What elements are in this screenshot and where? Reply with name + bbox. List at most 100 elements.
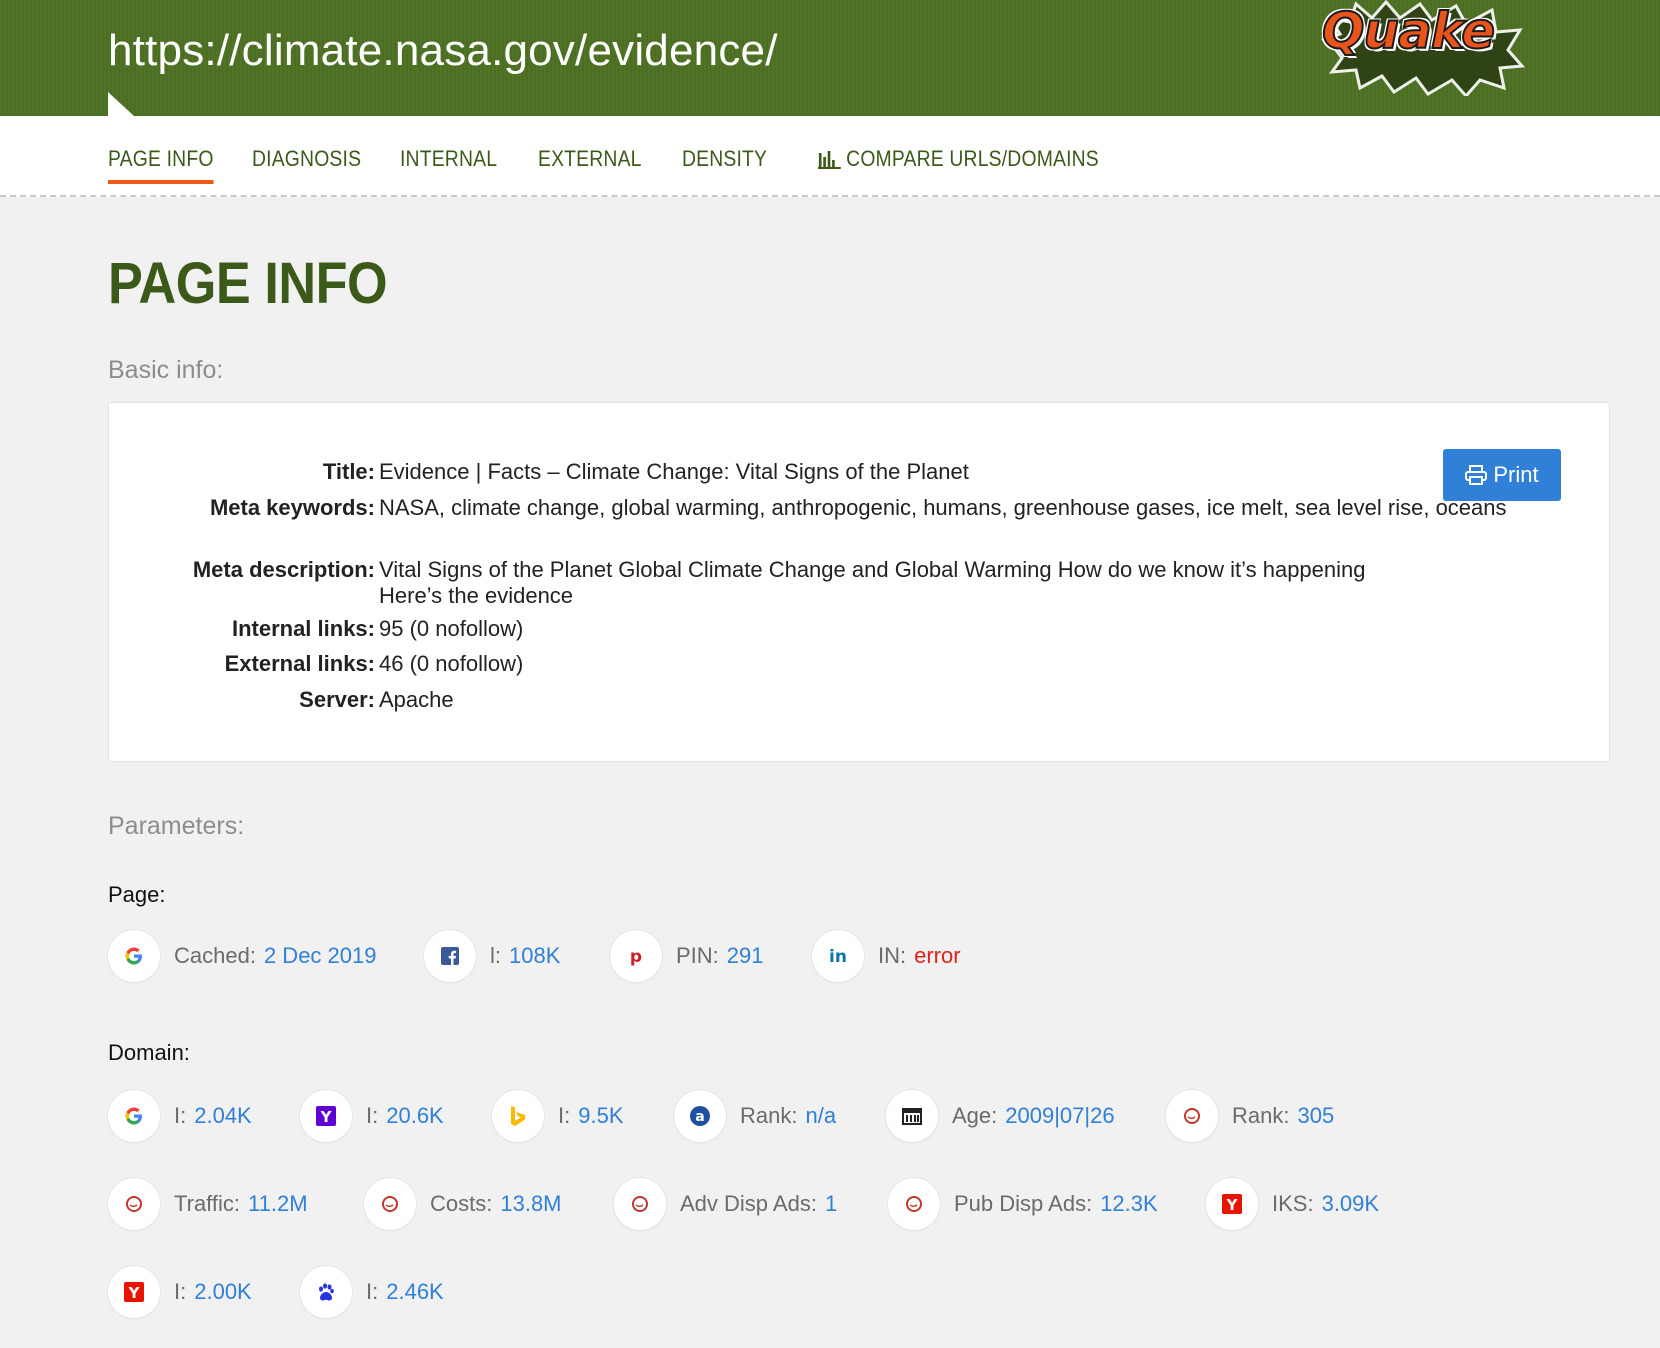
metric-label: Costs: [430,1191,493,1216]
metric-linkedin-shares[interactable]: in IN: error [812,928,961,984]
semrush-icon [108,1178,160,1230]
svg-text:in: in [829,947,847,966]
metric-value[interactable]: 305 [1297,1103,1334,1129]
metric-yandex-iks[interactable]: Y IKS: 3.09K [1206,1176,1379,1232]
metric-semrush-pub-disp-ads[interactable]: Pub Disp Ads: 12.3K [888,1176,1158,1232]
metric-value[interactable]: 2.46K [386,1279,444,1305]
metric-value[interactable]: 9.5K [578,1103,623,1129]
metric-value[interactable]: 11.2M [248,1191,308,1217]
yandex-icon: Y [108,1266,160,1318]
metric-alexa-rank[interactable]: a Rank: n/a [674,1088,836,1144]
info-value: Evidence | Facts – Climate Change: Vital… [379,459,969,484]
info-value: Apache [379,687,454,712]
metric-label: Traffic: [174,1191,241,1216]
info-key: Internal links: [231,616,375,641]
tab-page-info[interactable]: PAGE INFO [108,146,214,184]
info-value: NASA, climate change, global warming, an… [379,495,1507,520]
tab-compare-label: COMPARE URLS/DOMAINS [846,146,1099,171]
linkedin-icon: in [812,930,864,982]
metric-label: l: [490,943,501,968]
google-icon [108,1090,160,1142]
metric-yahoo-index[interactable]: Y I: 20.6K [300,1088,444,1144]
basic-info-heading: Basic info: [108,356,224,384]
alexa-icon: a [674,1090,726,1142]
metric-google-index[interactable]: I: 2.04K [108,1088,252,1144]
bar-chart-icon [818,151,841,169]
facebook-icon [424,930,476,982]
info-key: Meta description: [192,557,375,582]
calendar-icon [886,1090,938,1142]
metric-semrush-rank[interactable]: Rank: 305 [1166,1088,1334,1144]
basic-info-card: Title: Evidence | Facts – Climate Change… [108,402,1610,762]
svg-text:a: a [695,1109,704,1125]
svg-text:Y: Y [1226,1196,1239,1214]
info-key: Title: [322,459,375,484]
metric-label: Adv Disp Ads: [680,1191,817,1216]
metric-value[interactable]: 291 [727,943,764,969]
metric-label: IN: [878,943,907,968]
metric-value[interactable]: 2009|07|26 [1005,1103,1114,1129]
metric-semrush-traffic[interactable]: Traffic: 11.2M [108,1176,308,1232]
bing-icon [492,1090,544,1142]
semrush-icon [364,1178,416,1230]
metric-pinterest-pins[interactable]: p PIN: 291 [610,928,764,984]
print-label: Print [1493,462,1539,487]
metric-label: I: [174,1103,187,1128]
metric-value[interactable]: n/a [805,1103,836,1129]
page-group-label: Page: [108,882,166,907]
metric-label: I: [366,1279,379,1304]
metric-value[interactable]: 1 [825,1191,837,1217]
metric-value[interactable]: 20.6K [386,1103,444,1129]
metric-facebook-likes[interactable]: l: 108K [424,928,560,984]
metric-label: I: [366,1103,379,1128]
info-value: Vital Signs of the Planet Global Climate… [379,557,1366,608]
printer-icon [1465,465,1488,485]
tab-compare-urls-domains[interactable]: COMPARE URLS/DOMAINS [818,146,1099,172]
metric-value[interactable]: 2 Dec 2019 [264,943,377,969]
metric-value[interactable]: 2.00K [194,1279,252,1305]
domain-group-label: Domain: [108,1040,190,1065]
baidu-icon [300,1266,352,1318]
tab-density[interactable]: DENSITY [682,146,767,172]
url-pointer-notch [108,92,134,116]
info-value: 46 (0 nofollow) [379,651,524,676]
metric-bing-index[interactable]: I: 9.5K [492,1088,624,1144]
metric-label: Cached: [174,943,256,968]
svg-text:p: p [630,947,642,966]
metric-label: I: [558,1103,571,1128]
yandex-icon: Y [1206,1178,1258,1230]
metric-baidu-index[interactable]: I: 2.46K [300,1264,444,1320]
nav-tabs: PAGE INFO DIAGNOSIS INTERNAL EXTERNAL DE… [0,116,1660,197]
info-value: 95 (0 nofollow) [379,616,524,641]
svg-text:Y: Y [320,1108,333,1126]
metric-domain-age[interactable]: Age: 2009|07|26 [886,1088,1115,1144]
tab-internal[interactable]: INTERNAL [400,146,497,172]
semrush-icon [888,1178,940,1230]
metric-value[interactable]: 3.09K [1322,1191,1380,1217]
metric-semrush-costs[interactable]: Costs: 13.8M [364,1176,562,1232]
print-button[interactable]: Print [1443,449,1561,501]
metric-semrush-adv-disp-ads[interactable]: Adv Disp Ads: 1 [614,1176,837,1232]
tab-diagnosis[interactable]: DIAGNOSIS [252,146,361,172]
metric-label: Age: [952,1103,998,1128]
svg-text:Y: Y [128,1284,141,1302]
page-title: PAGE INFO [108,251,388,316]
semrush-icon [1166,1090,1218,1142]
info-key: External links: [224,651,375,676]
metric-value[interactable]: 2.04K [194,1103,252,1129]
metric-value[interactable]: error [914,943,960,969]
metric-value[interactable]: 12.3K [1100,1191,1158,1217]
metric-label: I: [174,1279,187,1304]
metric-label: Pub Disp Ads: [954,1191,1093,1216]
metric-google-cached[interactable]: Cached: 2 Dec 2019 [108,928,376,984]
parameters-heading: Parameters: [108,812,245,840]
info-key: Meta keywords: [209,495,375,520]
yahoo-icon: Y [300,1090,352,1142]
metric-label: Rank: [1232,1103,1290,1128]
metric-label: IKS: [1272,1191,1314,1216]
metric-value[interactable]: 108K [509,943,560,969]
page-url: https://climate.nasa.gov/evidence/ [108,26,778,75]
tab-external[interactable]: EXTERNAL [538,146,642,172]
metric-value[interactable]: 13.8M [500,1191,561,1217]
metric-yandex-index[interactable]: Y I: 2.00K [108,1264,252,1320]
